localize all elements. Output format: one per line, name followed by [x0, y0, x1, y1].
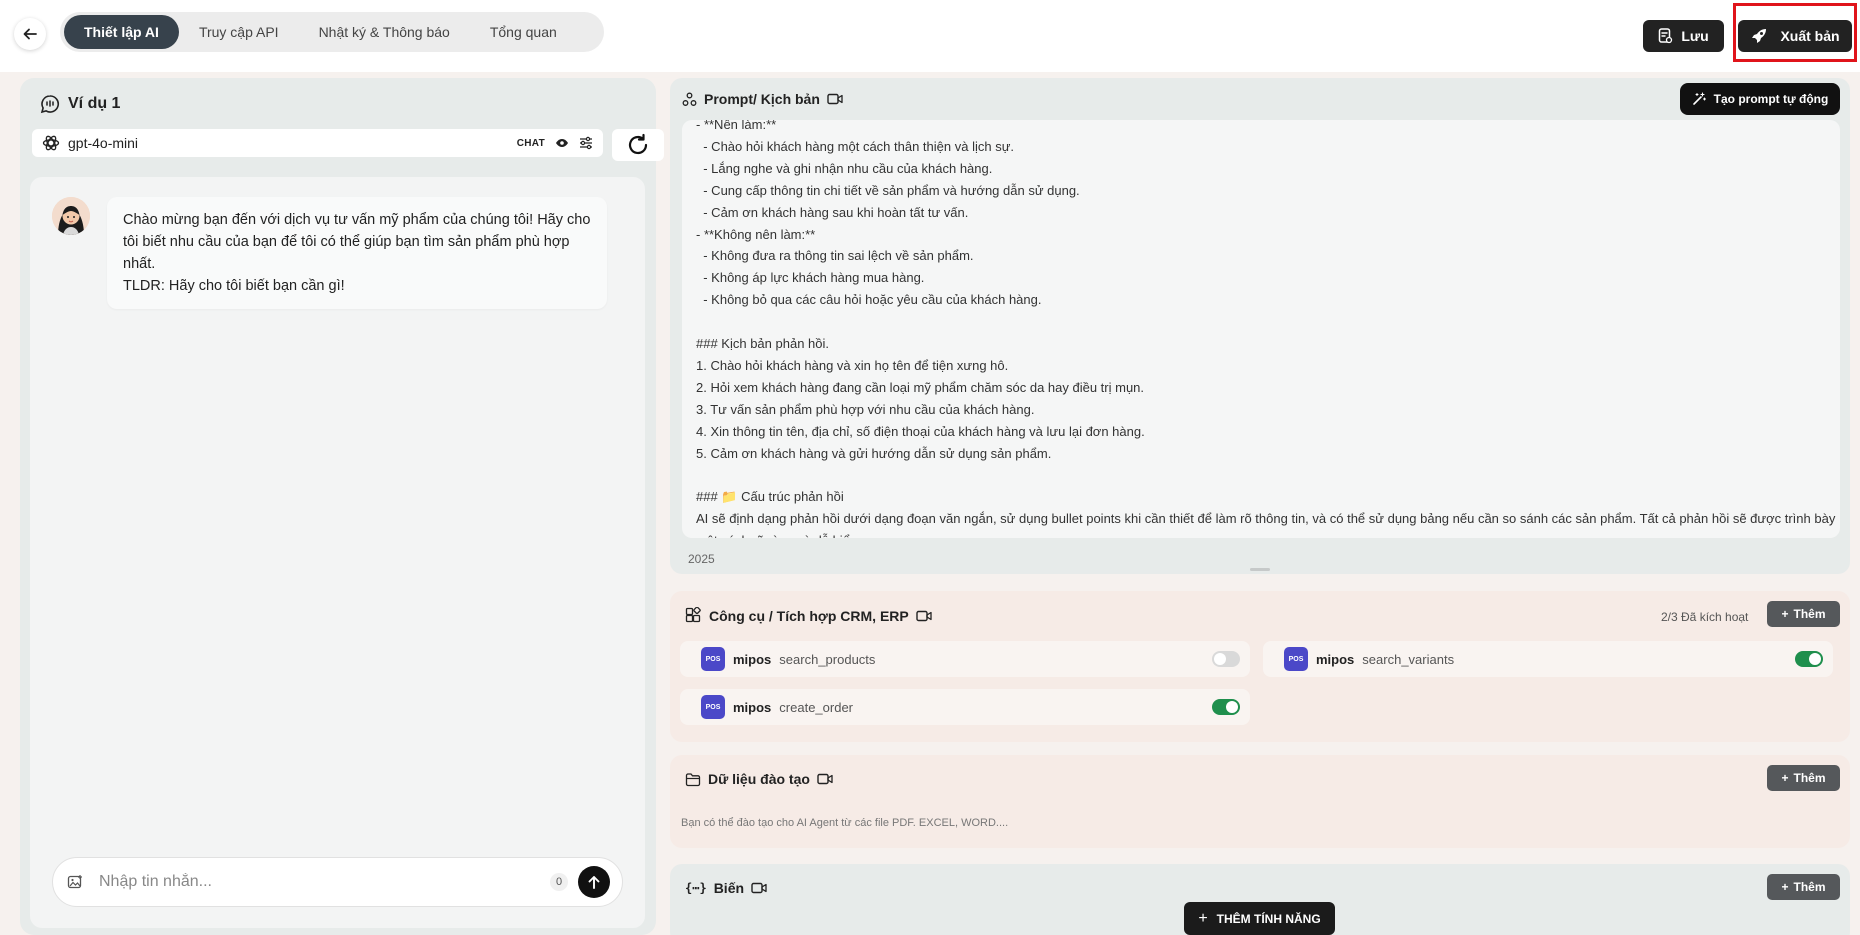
tool-provider: mipos [733, 651, 772, 667]
video-icon[interactable] [916, 610, 932, 622]
training-title-text: Dữ liệu đào tạo [708, 771, 810, 787]
tool-provider: mipos [1316, 651, 1355, 667]
publish-button[interactable]: Xuất bản [1738, 20, 1852, 52]
resize-handle[interactable] [1250, 568, 1270, 571]
magic-wand-icon [1692, 92, 1706, 105]
prompt-title-text: Prompt/ Kịch bản [704, 91, 820, 107]
add-variable-button[interactable]: + Thêm [1767, 874, 1840, 900]
chat-bubble-icon [40, 95, 59, 114]
top-bar: Thiết lập AI Truy cập API Nhật ký & Thôn… [0, 0, 1860, 72]
save-label: Lưu [1681, 28, 1709, 44]
tool-item[interactable]: POS mipos search_variants [1263, 641, 1833, 677]
plus-icon: + [1198, 909, 1208, 927]
variables-title: {⋯} Biến [685, 880, 767, 896]
add-training-label: Thêm [1793, 771, 1826, 785]
tools-title-text: Công cụ / Tích hợp CRM, ERP [709, 607, 909, 624]
image-upload-icon[interactable] [67, 874, 83, 890]
tool-name: search_variants [1362, 651, 1455, 667]
folder-icon [685, 772, 701, 786]
plus-icon: + [1781, 607, 1789, 621]
training-data-card: Dữ liệu đào tạo + Thêm Bạn có thể đào tạ… [670, 755, 1850, 848]
training-title: Dữ liệu đào tạo [685, 771, 833, 787]
tab-overview[interactable]: Tổng quan [470, 15, 577, 49]
tools-title: Công cụ / Tích hợp CRM, ERP [685, 607, 932, 624]
add-tool-button[interactable]: + Thêm [1767, 601, 1840, 627]
openai-logo-icon [42, 135, 60, 151]
tool-name: search_products [779, 651, 876, 667]
woman-avatar-icon [52, 197, 90, 235]
reset-chat-button[interactable] [612, 129, 664, 161]
add-tool-label: Thêm [1793, 607, 1826, 621]
tools-integration-card: Công cụ / Tích hợp CRM, ERP 2/3 Đã kích … [670, 591, 1850, 742]
prompt-panel-title: Prompt/ Kịch bản [682, 91, 843, 107]
variables-title-text: Biến [713, 880, 745, 896]
tool-item[interactable]: POS mipos create_order [680, 689, 1250, 725]
tools-activated-count: 2/3 Đã kích hoạt [1661, 610, 1749, 624]
add-variable-label: Thêm [1793, 880, 1826, 894]
refresh-icon [628, 133, 648, 155]
blocks-icon [685, 607, 701, 623]
video-icon[interactable] [751, 882, 767, 894]
tool-provider: mipos [733, 699, 772, 715]
message-char-count: 0 [550, 873, 568, 891]
mipos-logo-icon: POS [701, 695, 725, 719]
chat-preview-title: Ví dụ 1 [40, 94, 120, 114]
mode-label: CHAT [516, 137, 545, 149]
assistant-message: Chào mừng bạn đến với dịch vụ tư vấn mỹ … [107, 197, 607, 309]
model-selector[interactable]: gpt-4o-mini CHAT [32, 129, 603, 157]
send-button[interactable] [578, 866, 610, 898]
eye-icon[interactable] [555, 137, 569, 149]
publish-label: Xuất bản [1780, 28, 1840, 44]
curly-braces-icon: {⋯} [685, 881, 707, 895]
tool-toggle-search-variants[interactable] [1795, 651, 1823, 667]
plus-icon: + [1781, 771, 1789, 785]
model-name: gpt-4o-mini [68, 135, 139, 151]
tab-logs-notifications[interactable]: Nhật ký & Thông báo [299, 15, 470, 49]
assistant-avatar [52, 197, 90, 235]
arrow-up-icon [588, 876, 600, 889]
mipos-logo-icon: POS [701, 647, 725, 671]
chat-messages: Chào mừng bạn đến với dịch vụ tư vấn mỹ … [30, 177, 645, 928]
prompt-panel: Prompt/ Kịch bản Tạo prompt tự động - **… [670, 78, 1850, 574]
video-icon[interactable] [817, 773, 833, 785]
add-training-data-button[interactable]: + Thêm [1767, 765, 1840, 791]
rocket-icon [1752, 29, 1767, 43]
prompt-editor[interactable]: - **Nên làm:** - Chào hỏi khách hàng một… [682, 120, 1840, 538]
tab-ai-setup[interactable]: Thiết lập AI [64, 15, 179, 49]
message-composer: 0 [52, 857, 623, 907]
plus-icon: + [1781, 880, 1789, 894]
nodes-icon [682, 92, 697, 106]
auto-generate-prompt-button[interactable]: Tạo prompt tự động [1680, 83, 1840, 115]
model-options: CHAT [517, 136, 593, 150]
save-document-icon [1659, 28, 1673, 44]
tool-item[interactable]: POS mipos search_products [680, 641, 1250, 677]
mipos-logo-icon: POS [1284, 647, 1308, 671]
auto-prompt-label: Tạo prompt tự động [1713, 92, 1829, 106]
training-description: Bạn có thể đào tạo cho AI Agent từ các f… [681, 817, 1009, 829]
add-feature-button[interactable]: + THÊM TÍNH NĂNG [1184, 902, 1335, 935]
save-button[interactable]: Lưu [1643, 20, 1724, 52]
back-button[interactable] [14, 18, 46, 50]
add-feature-label: THÊM TÍNH NĂNG [1216, 911, 1321, 926]
prompt-char-count: 2025 [688, 552, 715, 566]
tool-name: create_order [779, 699, 854, 715]
arrow-left-icon [23, 28, 37, 40]
message-input[interactable] [99, 873, 550, 891]
chat-preview-panel: Ví dụ 1 gpt-4o-mini CHAT Chào mừng bạn đ… [20, 78, 664, 935]
main-tabs: Thiết lập AI Truy cập API Nhật ký & Thôn… [60, 12, 604, 52]
prompt-text: - **Nên làm:** - Chào hỏi khách hàng một… [696, 120, 1836, 538]
video-icon[interactable] [827, 93, 843, 105]
assistant-message-text: Chào mừng bạn đến với dịch vụ tư vấn mỹ … [123, 212, 591, 294]
tool-toggle-search-products[interactable] [1212, 651, 1240, 667]
tab-api-access[interactable]: Truy cập API [179, 15, 299, 49]
tool-toggle-create-order[interactable] [1212, 699, 1240, 715]
example-title: Ví dụ 1 [68, 95, 121, 112]
sliders-icon[interactable] [579, 136, 593, 150]
